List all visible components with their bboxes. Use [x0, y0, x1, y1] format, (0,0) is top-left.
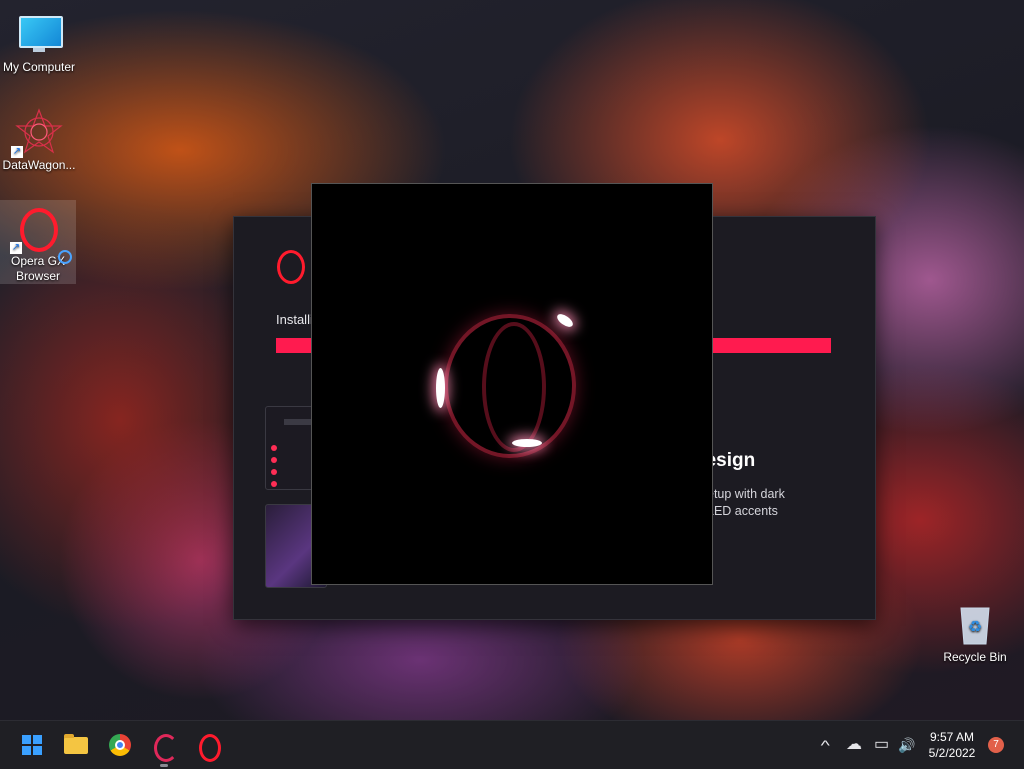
shortcut-arrow-icon: ↗ — [11, 146, 23, 158]
desktop-icon-datawagon[interactable]: ↗ DataWagon... — [1, 104, 77, 173]
opera-gx-splash-window — [311, 183, 713, 585]
chrome-icon — [109, 734, 131, 756]
desktop-icon-recycle-bin[interactable]: ♻ Recycle Bin — [937, 596, 1013, 665]
opera-logo-icon — [277, 250, 305, 284]
onedrive-cloud-icon[interactable]: ☁ — [846, 735, 862, 755]
opera-gx-icon: ↗ — [10, 204, 72, 264]
feature-description-line: LED accents — [707, 504, 778, 518]
feature-description: etup with dark LED accents — [707, 486, 785, 520]
taskbar-file-explorer[interactable] — [60, 729, 92, 761]
windows-start-icon — [22, 735, 42, 755]
recycle-bin-icon: ♻ — [951, 600, 999, 648]
logo-glint — [512, 439, 542, 447]
svg-text:♻: ♻ — [968, 617, 982, 636]
shortcut-arrow-icon: ↗ — [10, 242, 22, 254]
taskbar-opera[interactable] — [192, 729, 224, 762]
file-explorer-icon — [64, 734, 88, 754]
feature-description-line: etup with dark — [707, 487, 785, 501]
desktop-icon-label: My Computer — [2, 60, 76, 74]
monitor-icon — [15, 10, 63, 58]
taskbar-clock[interactable]: 9:57 AM 5/2/2022 — [920, 729, 984, 761]
logo-glint — [436, 368, 445, 408]
desktop-icon-label: DataWagon... — [2, 158, 76, 172]
desktop: My Computer ↗ DataWagon... ↗ Opera GX Br… — [0, 0, 1024, 720]
opera-icon — [199, 734, 221, 762]
clock-date: 5/2/2022 — [928, 746, 976, 760]
install-status-label: Installi — [276, 312, 313, 327]
taskbar-opera-gx[interactable] — [148, 729, 180, 767]
opera-gx-icon — [154, 734, 178, 762]
network-icon[interactable]: ▭ — [874, 735, 889, 755]
desktop-icon-label: Recycle Bin — [943, 650, 1007, 664]
desktop-icon-opera-gx[interactable]: ↗ Opera GX Browser — [0, 200, 76, 284]
datawagon-icon: ↗ — [11, 108, 63, 158]
show-hidden-icons-chevron-icon[interactable]: ^ — [821, 735, 830, 755]
start-button[interactable] — [16, 729, 48, 761]
notification-badge[interactable]: 7 — [988, 737, 1004, 753]
clock-time: 9:57 AM — [929, 730, 975, 744]
running-indicator — [160, 764, 168, 767]
opera-gx-logo-inner-ring — [482, 322, 546, 452]
desktop-icon-my-computer[interactable]: My Computer — [1, 6, 77, 75]
loading-spinner-icon — [58, 250, 72, 264]
taskbar-chrome[interactable] — [104, 729, 136, 761]
logo-glint — [555, 311, 575, 330]
taskbar: ^ ☁ ▭ 🔊 9:57 AM 5/2/2022 7 — [0, 720, 1024, 769]
volume-icon[interactable]: 🔊 — [898, 735, 915, 755]
